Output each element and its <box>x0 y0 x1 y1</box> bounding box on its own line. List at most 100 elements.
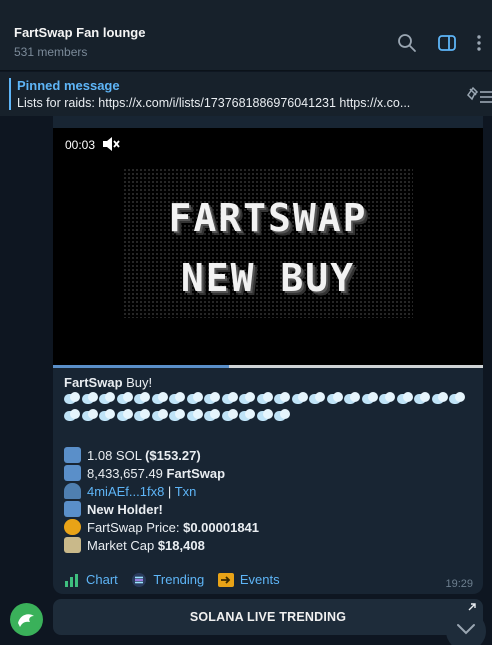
pin-list-icon[interactable] <box>466 86 492 106</box>
scroll-down-button[interactable] <box>446 611 486 645</box>
sol-amount-line: 1.08 SOL ($153.27) <box>64 447 201 463</box>
chevron-down-icon <box>457 624 475 635</box>
dash-cloud-icon <box>361 392 379 406</box>
dash-cloud-icon <box>221 409 239 423</box>
message-headline: FartSwap Buy! <box>64 375 152 390</box>
bot-avatar[interactable] <box>10 603 43 636</box>
txn-link[interactable]: Txn <box>175 484 197 499</box>
coin-icon <box>64 519 81 535</box>
token-amount: 8,433,657.49 <box>87 466 167 481</box>
shuffle-icon <box>64 465 81 481</box>
dash-cloud-icon <box>204 409 221 423</box>
emoji-row-1 <box>64 392 467 409</box>
emoji-row-2 <box>64 409 292 426</box>
dash-cloud-icon <box>116 409 134 423</box>
video-progress-fill <box>53 365 230 368</box>
market-cap-line: Market Cap $18,408 <box>64 537 205 553</box>
dash-cloud-icon <box>239 392 256 406</box>
dash-cloud-icon <box>431 392 449 406</box>
sol-usd-value: ($153.27) <box>145 448 201 463</box>
events-label: Events <box>239 572 280 587</box>
solana-live-trending-button[interactable]: SOLANA LIVE TRENDING <box>53 599 483 635</box>
new-holder-label: New Holder! <box>87 502 163 517</box>
sidebar-toggle-icon[interactable] <box>436 32 458 54</box>
dash-cloud-icon <box>81 409 99 423</box>
token-name: FartSwap <box>166 466 226 481</box>
dash-cloud-icon <box>169 409 186 423</box>
price-value: $0.00001841 <box>183 520 260 535</box>
dash-cloud-icon <box>239 409 256 423</box>
dash-cloud-icon <box>64 409 81 423</box>
video-progress-bar[interactable] <box>53 365 483 368</box>
message-timestamp: 19:29 <box>445 578 473 590</box>
up-arrow-icon <box>64 501 81 517</box>
trending-link[interactable]: Trending <box>131 572 204 587</box>
user-icon <box>64 483 81 499</box>
dash-cloud-icon <box>291 392 309 406</box>
trending-button-label: SOLANA LIVE TRENDING <box>189 610 347 624</box>
right-arrow-icon <box>217 572 234 587</box>
token-amount-line: 8,433,657.49 FartSwap <box>64 465 225 481</box>
price-line: FartSwap Price: $0.00001841 <box>64 519 259 535</box>
solana-icon <box>132 572 147 587</box>
search-icon[interactable] <box>396 32 418 54</box>
dash-cloud-icon <box>186 392 204 406</box>
pinned-message[interactable]: Pinned message Lists for raids: https://… <box>0 72 492 116</box>
dash-cloud-icon <box>134 392 151 406</box>
money-wings-icon <box>64 537 81 553</box>
chart-label: Chart <box>86 572 118 587</box>
wallet-link[interactable]: 4miAEf...1fx8 <box>87 484 164 499</box>
dash-cloud-icon <box>344 392 361 406</box>
market-cap-value: $18,408 <box>157 538 205 553</box>
dash-cloud-icon <box>449 392 466 406</box>
dash-cloud-icon <box>274 409 291 423</box>
chart-link[interactable]: Chart <box>64 572 118 587</box>
dash-cloud-icon <box>134 409 151 423</box>
dash-cloud-icon <box>309 392 326 406</box>
mute-icon[interactable] <box>101 136 121 152</box>
wave-logo-icon <box>18 614 34 627</box>
new-holder-line: New Holder! <box>64 501 163 517</box>
dash-cloud-icon <box>99 392 116 406</box>
sol-amount: 1.08 SOL <box>87 448 146 463</box>
dash-cloud-icon <box>256 392 274 406</box>
events-link[interactable]: Events <box>217 572 280 587</box>
dash-cloud-icon <box>396 392 414 406</box>
dash-cloud-icon <box>151 392 169 406</box>
chat-title[interactable]: FartSwap Fan lounge <box>14 25 145 40</box>
dash-cloud-icon <box>99 409 116 423</box>
wallet-line: 4miAEf...1fx8 | Txn <box>64 483 196 499</box>
dash-cloud-icon <box>414 392 431 406</box>
video-player[interactable]: 00:03 FARTSWAP NEW BUY <box>53 128 483 365</box>
video-time: 00:03 <box>65 138 96 152</box>
dash-cloud-icon <box>274 392 291 406</box>
chart-icon <box>65 573 78 587</box>
dash-cloud-icon <box>169 392 186 406</box>
sender-name: FartSwap <box>64 375 123 390</box>
dash-cloud-icon <box>379 392 396 406</box>
pinned-title: Pinned message <box>17 78 120 93</box>
video-caption-line-1: FARTSWAP <box>168 196 368 240</box>
dash-cloud-icon <box>116 392 134 406</box>
video-caption-line-2: NEW BUY <box>180 256 356 300</box>
headline-text: Buy! <box>122 375 153 390</box>
dash-cloud-icon <box>326 392 344 406</box>
pinned-text: Lists for raids: https://x.com/i/lists/1… <box>17 96 411 110</box>
dash-cloud-icon <box>81 392 99 406</box>
dash-cloud-icon <box>256 409 274 423</box>
member-count: 531 members <box>14 45 88 59</box>
shuffle-icon <box>64 447 81 463</box>
trending-label: Trending <box>153 572 205 587</box>
dash-cloud-icon <box>151 409 169 423</box>
link-separator: | <box>164 484 175 499</box>
message-bubble: 00:03 FARTSWAP NEW BUY FartSwap Buy! 1.0… <box>53 116 483 594</box>
more-vertical-icon[interactable] <box>472 32 486 54</box>
dash-cloud-icon <box>221 392 239 406</box>
chat-header: FartSwap Fan lounge 531 members <box>0 0 492 71</box>
dash-cloud-icon <box>186 409 204 423</box>
pinned-accent-bar <box>9 78 11 110</box>
dash-cloud-icon <box>64 392 81 406</box>
dash-cloud-icon <box>204 392 221 406</box>
price-label: FartSwap Price: <box>87 520 184 535</box>
action-links: Chart Trending Events <box>64 572 290 590</box>
